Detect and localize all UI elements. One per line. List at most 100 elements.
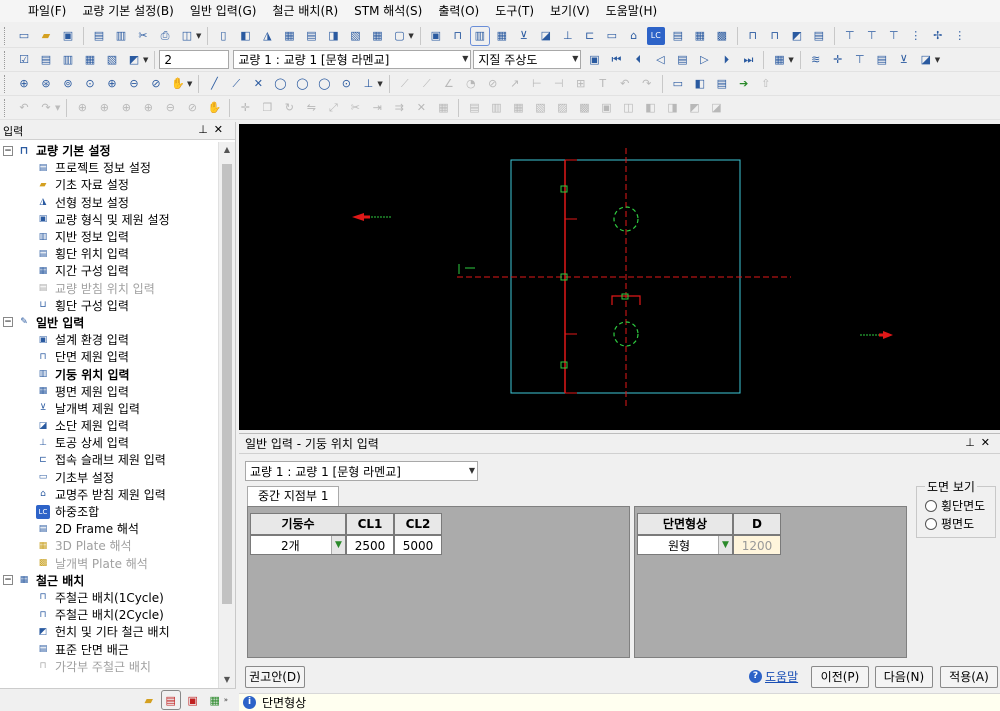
tree-item-approach-slab[interactable]: ⊏ 접속 슬래브 제원 입력 (0, 451, 218, 468)
tree-item-foundation[interactable]: ▭ 기초부 설정 (0, 469, 218, 486)
tree-item-span[interactable]: ▦ 지간 구성 입력 (0, 262, 218, 279)
array-icon[interactable]: ▦ (434, 99, 452, 117)
cross-icon[interactable]: ✕ (249, 75, 267, 93)
tree-item-load-combo[interactable]: LC 하중조합 (0, 503, 218, 520)
folder-tab-icon[interactable]: ▰ (140, 691, 158, 709)
stm2-icon[interactable]: ⊤ (863, 27, 881, 45)
view-doc-icon[interactable]: ▢ (390, 27, 408, 45)
tab-middle-support[interactable]: 중간 지점부 1 (247, 486, 340, 506)
dim-aligned-icon[interactable]: ⟋ (418, 75, 436, 93)
stm1-icon[interactable]: ⊤ (841, 27, 859, 45)
extra-icon[interactable]: ⋮ (951, 27, 969, 45)
leader-icon[interactable]: ↗ (506, 75, 524, 93)
pin-icon[interactable]: ⊥ (198, 123, 214, 136)
tree-item-haunch-rebar[interactable]: ◩ 헌치 및 기타 철근 배치 (0, 623, 218, 640)
move-icon[interactable]: ✛ (236, 99, 254, 117)
dim-h-icon[interactable]: ▭ (669, 75, 687, 93)
rotate-icon[interactable]: ↻ (280, 99, 298, 117)
pan2-icon[interactable]: ✋ (205, 99, 223, 117)
excel-tab-icon[interactable]: ▦ (206, 691, 224, 709)
prop7-icon[interactable]: ▣ (597, 99, 615, 117)
mirror-icon[interactable]: ⇋ (302, 99, 320, 117)
tree-item-rebar-1cycle[interactable]: ⊓ 주철근 배치(1Cycle) (0, 589, 218, 606)
tree-item-corner-rebar[interactable]: ⊓ 가각부 주철근 배치 (0, 658, 218, 675)
scroll-up-icon[interactable]: ▲ (219, 142, 235, 158)
tree-scrollbar[interactable]: ▲ ▼ (218, 142, 235, 688)
tree-item-wing-plate[interactable]: ▩ 날개벽 Plate 해석 (0, 555, 218, 572)
plan-dim-icon[interactable]: ▦ (493, 27, 511, 45)
zoom-real-icon[interactable]: ⊘ (147, 75, 165, 93)
find3-icon[interactable]: ⊕ (117, 99, 135, 117)
tree-item-cross-config[interactable]: ⊔ 횡단 구성 입력 (0, 297, 218, 314)
radio-plan-view[interactable]: 평면도 (925, 515, 974, 532)
prop8-icon[interactable]: ◫ (619, 99, 637, 117)
undo-icon[interactable]: ↶ (15, 99, 33, 117)
menu-general-input[interactable]: 일반 입력(G) (182, 0, 265, 22)
collapse-icon[interactable]: − (3, 145, 13, 156)
dim-icon[interactable]: ⊤ (851, 51, 869, 69)
first-icon[interactable]: ⏮ (607, 51, 625, 69)
footing-icon[interactable]: ▭ (603, 27, 621, 45)
display-select[interactable]: 지질 주상도 ▼ (473, 50, 582, 69)
tree-group-general-input[interactable]: − ✎ 일반 입력 (0, 314, 218, 331)
dim-angle-icon[interactable]: ∠ (440, 75, 458, 93)
save-icon[interactable]: ▣ (59, 27, 77, 45)
chevron-down-icon[interactable]: ▼ (718, 536, 732, 554)
stm3-icon[interactable]: ⊤ (885, 27, 903, 45)
find2-icon[interactable]: ⊕ (95, 99, 113, 117)
doc-icon[interactable]: ▯ (214, 27, 232, 45)
cl1-cell[interactable]: 2500 (346, 535, 394, 555)
prop11-icon[interactable]: ◩ (685, 99, 703, 117)
scroll-thumb[interactable] (222, 164, 232, 604)
tree-item-rebar-2cycle[interactable]: ⊓ 주철근 배치(2Cycle) (0, 606, 218, 623)
prop9-icon[interactable]: ◧ (641, 99, 659, 117)
wing-wall-icon[interactable]: ⊻ (515, 27, 533, 45)
extend-icon[interactable]: ⇥ (368, 99, 386, 117)
circle2-icon[interactable]: ◯ (293, 75, 311, 93)
tree-item-cross-position[interactable]: ▤ 횡단 위치 입력 (0, 245, 218, 262)
prop-icon[interactable]: ▤ (465, 99, 483, 117)
prev-page-icon[interactable]: ⏴ (629, 51, 647, 69)
find4-icon[interactable]: ⊕ (139, 99, 157, 117)
pdf-tab-icon[interactable]: ▣ (184, 691, 202, 709)
edit-doc-icon[interactable]: ◮ (258, 27, 276, 45)
next-button[interactable]: 다음(N) (875, 666, 933, 688)
text-edit-icon[interactable]: T (594, 75, 612, 93)
tree-item-3d-plate[interactable]: ▦ 3D Plate 해석 (0, 537, 218, 554)
menu-rebar[interactable]: 철근 배치(R) (264, 0, 346, 22)
export-icon[interactable]: ▥ (112, 27, 130, 45)
span-icon[interactable]: ▧ (346, 27, 364, 45)
print-setup-icon[interactable]: ▤ (90, 27, 108, 45)
trim-icon[interactable]: ✂ (346, 99, 364, 117)
dim-style-icon[interactable]: ▤ (713, 75, 731, 93)
settings-doc-icon[interactable]: ▦ (81, 51, 99, 69)
tree-item-project-info[interactable]: ▤ 프로젝트 정보 설정 (0, 159, 218, 176)
scroll-down-icon[interactable]: ▼ (219, 672, 235, 688)
offset-icon[interactable]: ⇉ (390, 99, 408, 117)
last-icon[interactable]: ⏭ (739, 51, 757, 69)
design-env-icon[interactable]: ▣ (427, 27, 445, 45)
column-pos-icon[interactable]: ▥ (469, 25, 490, 46)
dim-radius-icon[interactable]: ◔ (462, 75, 480, 93)
tree-item-name-pillar[interactable]: ⌂ 교명주 받침 제원 입력 (0, 486, 218, 503)
dim-baseline-icon[interactable]: ⊢ (528, 75, 546, 93)
erase-icon[interactable]: ✕ (412, 99, 430, 117)
apply-button[interactable]: 적용(A) (940, 666, 998, 688)
prop10-icon[interactable]: ◨ (663, 99, 681, 117)
tree-item-bridge-type[interactable]: ▣ 교량 형식 및 제원 설정 (0, 211, 218, 228)
copy-icon[interactable]: ❐ (258, 99, 276, 117)
input-tab-icon[interactable]: ▤ (160, 690, 181, 710)
zoom-window-icon[interactable]: ⊕ (15, 75, 33, 93)
snap-icon[interactable]: ✛ (829, 51, 847, 69)
radio-cross-section[interactable]: 횡단면도 (925, 497, 985, 514)
load-combo-icon[interactable]: LC (646, 26, 665, 45)
redo-draw-icon[interactable]: ↷ (638, 75, 656, 93)
prop4-icon[interactable]: ▧ (531, 99, 549, 117)
close-icon[interactable]: ✕ (214, 123, 229, 136)
find6-icon[interactable]: ⊘ (183, 99, 201, 117)
rebar1-icon[interactable]: ⊓ (744, 27, 762, 45)
prop2-icon[interactable]: ▥ (487, 99, 505, 117)
plate-icon[interactable]: ▦ (691, 27, 709, 45)
section-icon[interactable]: ◨ (324, 27, 342, 45)
tree-group-bridge-basic[interactable]: − ⊓ 교량 기본 설정 (0, 142, 218, 159)
